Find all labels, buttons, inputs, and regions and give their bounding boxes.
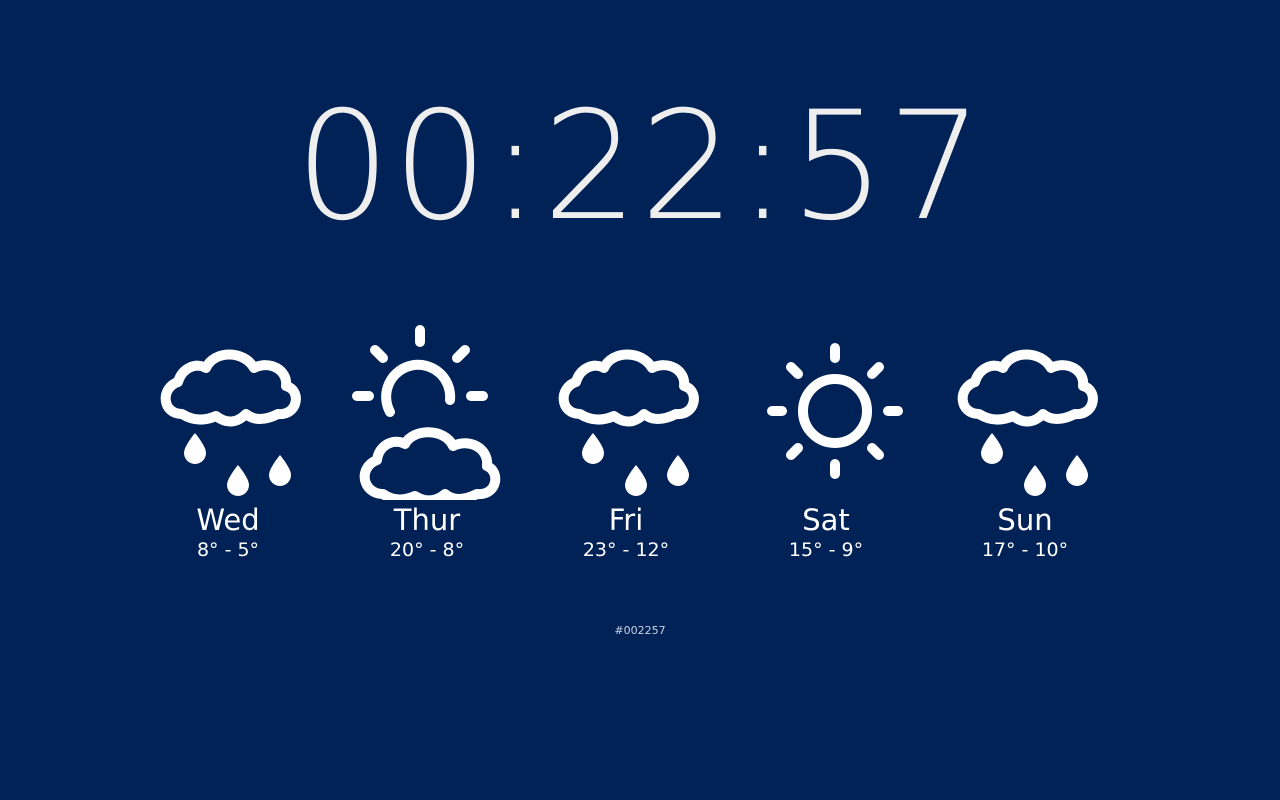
clock-time: 00:22:57	[295, 80, 985, 254]
forecast-day-sat: Sat 15° - 9°	[726, 320, 926, 563]
forecast-day-wed: Wed 8° - 5°	[128, 320, 328, 563]
forecast-day-temps: 23° - 12°	[582, 539, 670, 561]
forecast-day-name: Sat	[802, 503, 850, 537]
forecast-day-thur: Thur 20° - 8°	[327, 320, 527, 563]
clock-screen: 00:22:57 Wed 8° - 5° Thur 20° - 8° Fri 2…	[0, 0, 1280, 800]
forecast-day-sun: Sun 17° - 10°	[925, 320, 1125, 563]
forecast-day-name: Fri	[608, 503, 644, 537]
forecast-day-temps: 20° - 8°	[389, 539, 465, 561]
forecast-day-name: Wed	[196, 503, 260, 537]
hex-color-code: #002257	[614, 624, 666, 637]
forecast-day-temps: 17° - 10°	[981, 539, 1069, 561]
rain-cloud-icon	[160, 349, 301, 496]
rain-cloud-icon	[558, 349, 699, 496]
forecast-day-name: Sun	[997, 503, 1053, 537]
forecast-day-name: Thur	[393, 503, 461, 537]
forecast-day-fri: Fri 23° - 12°	[526, 320, 726, 563]
weather-forecast: Wed 8° - 5° Thur 20° - 8° Fri 23° - 12° …	[0, 320, 1280, 580]
forecast-day-temps: 15° - 9°	[788, 539, 864, 561]
forecast-day-temps: 8° - 5°	[196, 539, 260, 561]
rain-cloud-icon	[957, 349, 1098, 496]
partly-cloudy-icon	[352, 325, 501, 500]
sun-icon	[767, 343, 903, 479]
